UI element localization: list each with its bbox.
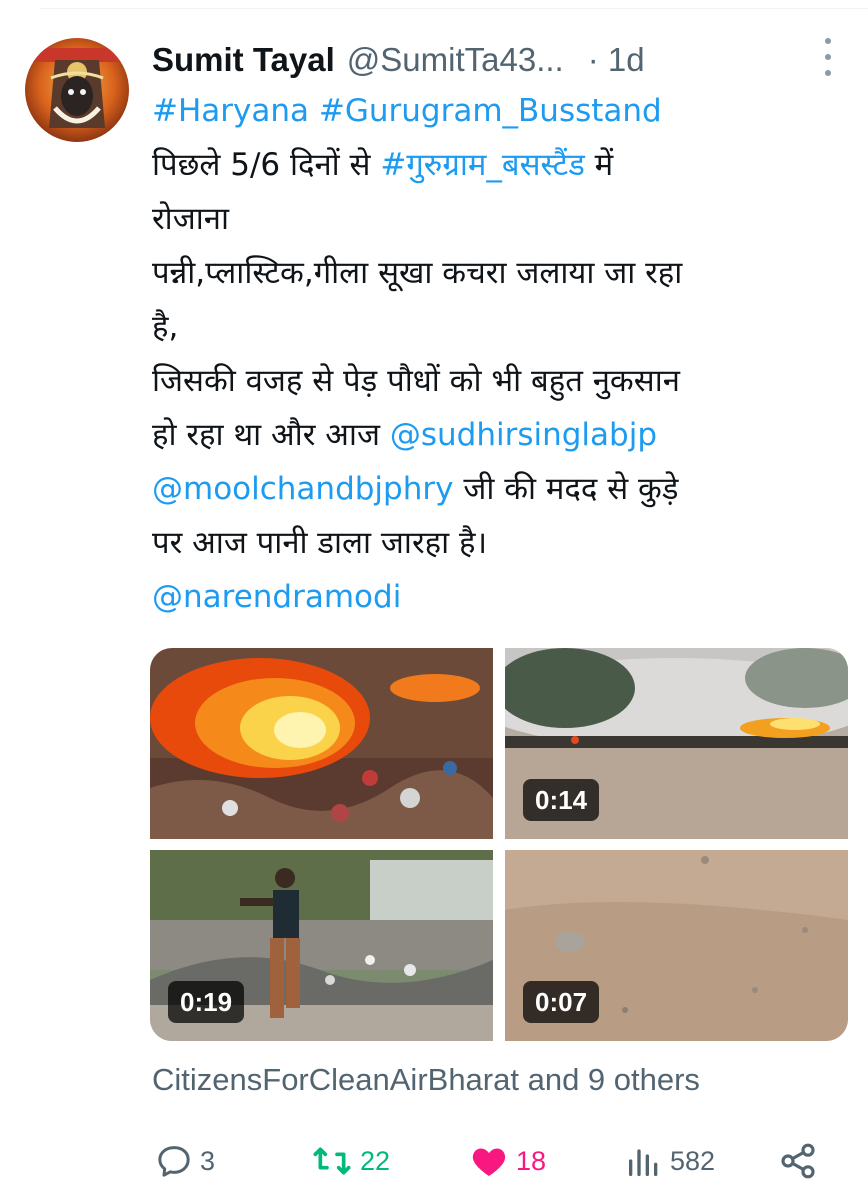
tweet-text-line: हो रहा था और आज @sudhirsinglabjp: [152, 408, 852, 462]
mention-link[interactable]: @narendramodi: [152, 579, 401, 615]
views-button[interactable]: 582: [624, 1138, 715, 1184]
tweet-time[interactable]: · 1d: [588, 41, 645, 79]
hashtag-link[interactable]: #Haryana: [152, 93, 309, 129]
avatar[interactable]: [25, 38, 129, 142]
tweet-text-line: @moolchandbjphry जी की मदद से कुड़े: [152, 462, 852, 516]
share-icon: [781, 1143, 815, 1179]
reply-count: 3: [200, 1145, 216, 1176]
tweet-text-segment: पन्नी,प्लास्टिक,गीला सूखा कचरा जलाया जा …: [152, 255, 683, 291]
retweet-icon: [313, 1147, 351, 1175]
tweet-text-segment: जी की मदद से कुड़े: [453, 471, 679, 507]
tweet-text-segment: [309, 93, 319, 129]
like-count: 18: [516, 1145, 547, 1176]
tweet-text-segment: पिछले 5/6 दिनों से: [152, 147, 381, 183]
mention-link[interactable]: @moolchandbjphry: [152, 471, 453, 507]
retweet-button[interactable]: 22: [310, 1138, 390, 1184]
tweet-text-line: पन्नी,प्लास्टिक,गीला सूखा कचरा जलाया जा …: [152, 246, 852, 300]
time-separator: ·: [587, 41, 599, 78]
share-button[interactable]: [778, 1138, 818, 1184]
tweet-text-segment: पर आज पानी डाला जारहा है।: [152, 525, 488, 561]
media-fire-closeup[interactable]: [150, 648, 493, 839]
tweet-text-segment: हो रहा था और आज: [152, 417, 390, 453]
media-man-walking[interactable]: 0:19: [150, 850, 493, 1041]
like-icon: [472, 1148, 506, 1176]
time-value: 1d: [607, 41, 645, 78]
tweet-text-line: पर आज पानी डाला जारहा है।: [152, 516, 852, 570]
hashtag-link[interactable]: #Gurugram_Busstand: [319, 93, 662, 129]
tweet-header: Sumit Tayal @SumitTa43... · 1d: [152, 36, 852, 84]
tweet-text-line: रोजाना: [152, 192, 852, 246]
reply-icon: [158, 1146, 190, 1177]
tweet-text: #Haryana #Gurugram_Busstand पिछले 5/6 दिन…: [152, 84, 852, 624]
reposted-by[interactable]: CitizensForCleanAirBharat and 9 others: [152, 1062, 700, 1098]
tweet-text-line: है,: [152, 300, 852, 354]
hashtag-link[interactable]: #गुरुग्राम_बसस्टैंड: [380, 147, 584, 183]
top-divider: [40, 8, 868, 9]
video-duration-badge: 0:19: [168, 981, 245, 1023]
like-button[interactable]: 18: [468, 1138, 546, 1184]
author-handle[interactable]: @SumitTa43...: [347, 41, 564, 79]
views-count: 582: [670, 1145, 716, 1176]
tweet-text-line: पिछले 5/6 दिनों से #गुरुग्राम_बसस्टैंड म…: [152, 138, 852, 192]
reply-button[interactable]: 3: [154, 1138, 215, 1184]
tweet-text-line: जिसकी वजह से पेड़ पौधों को भी बहुत नुकसा…: [152, 354, 852, 408]
views-icon: [629, 1149, 658, 1176]
media-dirt-ground[interactable]: 0:07: [505, 850, 848, 1041]
retweet-count: 22: [360, 1145, 391, 1176]
media-smoke-field[interactable]: 0:14: [505, 648, 848, 839]
author-name[interactable]: Sumit Tayal: [152, 41, 335, 79]
video-duration-badge: 0:14: [523, 779, 600, 821]
tweet-text-line: #Haryana #Gurugram_Busstand: [152, 84, 852, 138]
tweet-text-segment: रोजाना: [152, 201, 229, 237]
action-bar: 3 22 18 582: [152, 1138, 852, 1184]
tweet-text-line: @narendramodi: [152, 570, 852, 624]
mention-link[interactable]: @sudhirsinglabjp: [390, 417, 657, 453]
media-grid: 0:14 0:19 0:07: [150, 648, 848, 1041]
more-icon[interactable]: [820, 38, 836, 76]
tweet-text-segment: जिसकी वजह से पेड़ पौधों को भी बहुत नुकसा…: [152, 363, 680, 399]
tweet-text-segment: में: [584, 147, 614, 183]
tweet-text-segment: है,: [152, 309, 179, 345]
video-duration-badge: 0:07: [523, 981, 600, 1023]
